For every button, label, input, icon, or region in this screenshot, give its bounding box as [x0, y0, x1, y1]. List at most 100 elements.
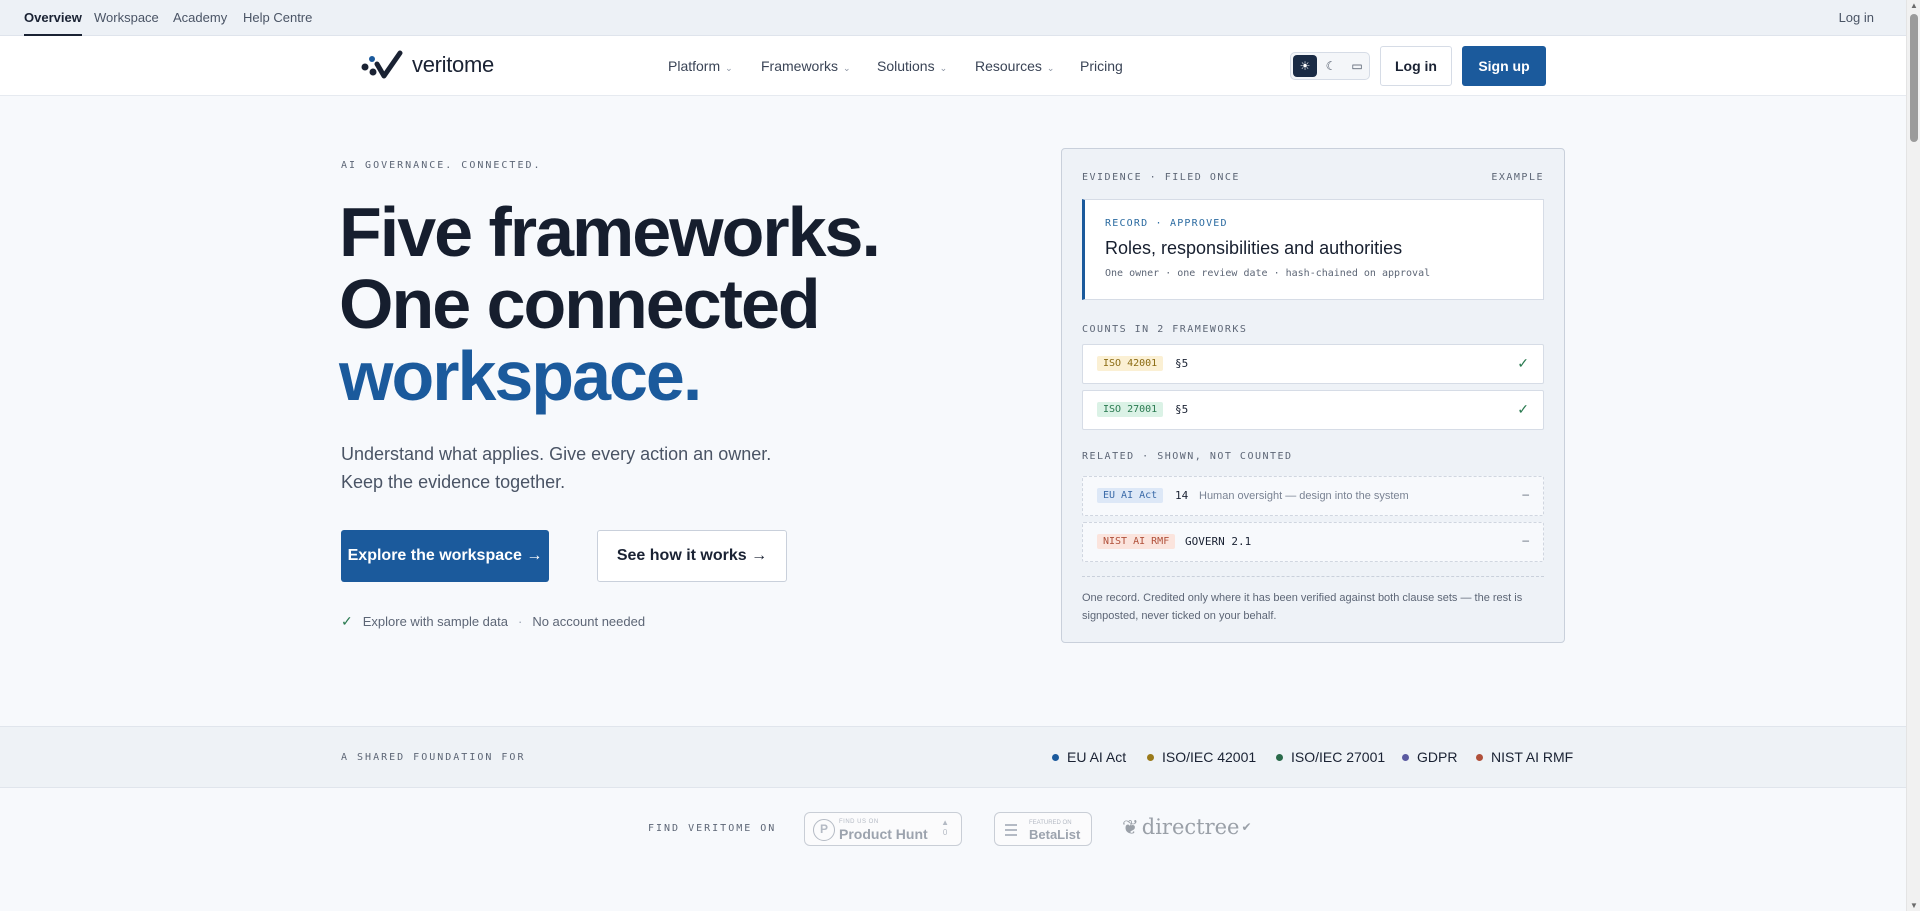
nav-resources[interactable]: Resources ⌄ — [975, 36, 1054, 96]
nav-resources-label: Resources — [975, 58, 1042, 74]
tab-overview[interactable]: Overview — [24, 0, 82, 36]
nav-solutions[interactable]: Solutions ⌄ — [877, 36, 947, 96]
clause-reference: 14 — [1175, 489, 1189, 502]
directree-leaf-icon: ❦ — [1122, 815, 1139, 839]
framework-badge: ISO 42001 — [1097, 356, 1164, 371]
scroll-down-icon[interactable]: ▼ — [1910, 901, 1918, 910]
top-tab-bar: Overview Workspace Academy Help Centre L… — [0, 0, 1906, 36]
explore-workspace-button[interactable]: Explore the workspace → — [341, 530, 549, 582]
hero-note-no-account: No account needed — [532, 614, 646, 629]
hero-subtitle-line-1: Understand what applies. Give every acti… — [341, 444, 772, 464]
framework-tag: NIST AI RMF — [1476, 749, 1573, 765]
framework-dot — [1276, 753, 1283, 761]
producthunt-small-label: FIND US ON — [839, 819, 879, 825]
producthunt-badge[interactable]: P FIND US ON Product Hunt ▲ 0 — [804, 812, 962, 846]
check-icon: ✓ — [1517, 355, 1529, 371]
scroll-up-icon[interactable]: ▲ — [1910, 1, 1918, 10]
page-scrollbar[interactable]: ▲ ▼ — [1906, 0, 1920, 911]
nav-pricing[interactable]: Pricing — [1080, 36, 1123, 96]
nav-solutions-label: Solutions — [877, 58, 935, 74]
hero-subtitle: Understand what applies. Give every acti… — [341, 440, 771, 496]
veritome-logo-icon — [361, 50, 403, 79]
find-veritome-label: FIND VERITOME ON — [648, 823, 777, 834]
framework-tag: ISO/IEC 42001 — [1147, 749, 1256, 765]
framework-dot — [1476, 753, 1483, 761]
nav-frameworks-label: Frameworks — [761, 58, 839, 74]
monitor-icon[interactable]: ▭ — [1345, 55, 1369, 77]
clause-reference: GOVERN 2.1 — [1185, 535, 1252, 548]
nav-platform[interactable]: Platform ⌄ — [668, 36, 733, 96]
related-row: EU AI Act 14 Human oversight — design in… — [1082, 476, 1544, 516]
counts-row: ISO 42001 §5 ✓ — [1082, 344, 1544, 384]
sun-icon[interactable]: ☀ — [1293, 55, 1317, 77]
betalist-label: BetaList — [1029, 827, 1081, 842]
scrollbar-thumb[interactable] — [1910, 14, 1918, 142]
evidence-card: EVIDENCE · FILED ONCE EXAMPLE RECORD · A… — [1061, 148, 1565, 643]
nav-platform-label: Platform — [668, 58, 721, 74]
evidence-card-example-label: EXAMPLE — [1491, 172, 1544, 183]
record-status: RECORD · APPROVED — [1105, 218, 1228, 229]
check-icon: ✓ — [1517, 401, 1529, 417]
moon-icon[interactable]: ☾ — [1319, 55, 1343, 77]
producthunt-label: Product Hunt — [839, 826, 928, 842]
framework-dot — [1402, 753, 1409, 761]
upvote-icon: ▲ 0 — [941, 818, 949, 837]
record-title: Roles, responsibilities and authorities — [1105, 238, 1403, 258]
framework-name: GDPR — [1417, 749, 1458, 765]
brand-name: veritome — [412, 52, 494, 77]
directree-label: directree — [1141, 815, 1240, 839]
framework-name: ISO/IEC 27001 — [1291, 749, 1386, 765]
framework-badge: NIST AI RMF — [1097, 534, 1176, 549]
dash-icon: – — [1522, 533, 1529, 547]
clause-reference: §5 — [1175, 357, 1189, 370]
see-how-it-works-button[interactable]: See how it works → — [597, 530, 787, 582]
top-login-link[interactable]: Log in — [1839, 0, 1874, 36]
related-row: NIST AI RMF GOVERN 2.1 – — [1082, 522, 1544, 562]
framework-dot — [1052, 753, 1059, 761]
tab-workspace[interactable]: Workspace — [94, 0, 159, 36]
framework-name: EU AI Act — [1067, 749, 1127, 765]
chevron-down-icon: ⌄ — [725, 63, 733, 73]
upvote-count: 0 — [942, 828, 948, 837]
tab-help-centre[interactable]: Help Centre — [243, 0, 312, 36]
evidence-record: RECORD · APPROVED Roles, responsibilitie… — [1082, 199, 1544, 300]
signup-button[interactable]: Sign up — [1462, 46, 1546, 86]
chevron-down-icon: ⌄ — [939, 63, 948, 73]
record-meta: One owner · one review date · hash-chain… — [1105, 268, 1431, 279]
framework-tag: EU AI Act — [1052, 749, 1126, 765]
related-section-label: RELATED · SHOWN, NOT COUNTED — [1082, 451, 1293, 462]
check-icon: ✓ — [341, 613, 353, 629]
counts-row: ISO 27001 §5 ✓ — [1082, 390, 1544, 430]
verified-check-icon: ✔ — [1241, 820, 1252, 834]
related-description: Human oversight — design into the system — [1199, 490, 1409, 502]
hero-note-sample-data: Explore with sample data — [362, 614, 508, 629]
main-nav: veritome Platform ⌄ Frameworks ⌄ Solutions… — [0, 36, 1906, 96]
shared-foundation-label: A SHARED FOUNDATION FOR — [341, 752, 526, 763]
hero-note: ✓ Explore with sample data · No account … — [341, 613, 645, 630]
betalist-icon — [1005, 824, 1017, 836]
framework-tag: GDPR — [1402, 749, 1457, 765]
betalist-small-label: FEATURED ON — [1029, 820, 1072, 826]
framework-dot — [1147, 753, 1154, 761]
chevron-down-icon: ⌄ — [843, 63, 851, 73]
dash-icon: – — [1522, 487, 1529, 501]
framework-badge: ISO 27001 — [1097, 402, 1164, 417]
framework-tag: ISO/IEC 27001 — [1276, 749, 1385, 765]
hero-subtitle-line-2: Keep the evidence together. — [341, 472, 566, 492]
chevron-down-icon: ⌄ — [1046, 63, 1055, 73]
directree-badge[interactable]: ❦ directree ✔ — [1122, 815, 1252, 839]
hero-title-accent: workspace. — [339, 337, 702, 415]
framework-name: ISO/IEC 42001 — [1162, 749, 1257, 765]
framework-badge: EU AI Act — [1097, 488, 1164, 503]
producthunt-icon: P — [813, 819, 835, 841]
betalist-badge[interactable]: FEATURED ON BetaList — [994, 812, 1092, 846]
shared-foundation-strip: A SHARED FOUNDATION FOR EU AI Act ISO/IE… — [0, 726, 1906, 788]
login-button[interactable]: Log in — [1380, 46, 1452, 86]
brand-logo[interactable]: veritome — [360, 50, 494, 80]
hero-title: Five frameworks. One connected workspace… — [339, 196, 881, 415]
framework-name: NIST AI RMF — [1491, 749, 1574, 765]
theme-switcher: ☀ ☾ ▭ — [1290, 52, 1370, 80]
clause-reference: §5 — [1175, 403, 1189, 416]
tab-academy[interactable]: Academy — [173, 0, 227, 36]
nav-frameworks[interactable]: Frameworks ⌄ — [761, 36, 851, 96]
